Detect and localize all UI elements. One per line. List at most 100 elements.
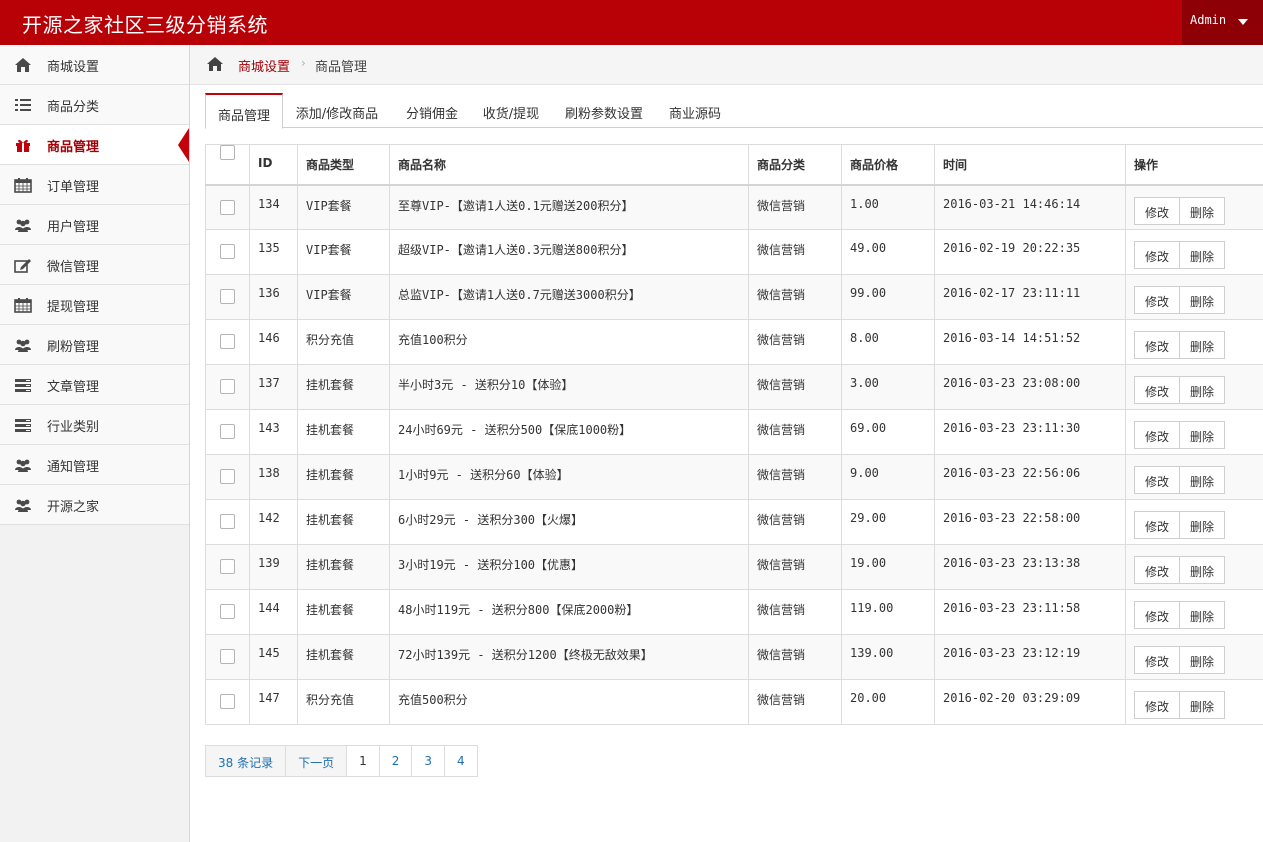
row-checkbox[interactable] (220, 514, 235, 529)
sidebar-item-label: 提现管理 (47, 300, 100, 315)
edit-button[interactable]: 修改 (1134, 331, 1181, 359)
cell-actions: 修改 删除 (1125, 454, 1263, 500)
breadcrumb-separator: › (301, 56, 306, 70)
row-checkbox[interactable] (220, 559, 235, 574)
row-checkbox[interactable] (220, 199, 235, 215)
table-row: 145 挂机套餐 72小时139元 - 送积分1200【终极无敌效果】 微信营销 139… (205, 634, 1263, 680)
server-icon (15, 379, 31, 392)
delete-button[interactable]: 删除 (1179, 691, 1226, 719)
next-page-button[interactable]: 下一页 (285, 745, 348, 777)
row-checkbox[interactable] (220, 469, 235, 484)
delete-button[interactable]: 删除 (1179, 421, 1226, 449)
user-menu[interactable]: Admin (1182, 0, 1263, 45)
sidebar-item-8[interactable]: 文章管理 (0, 365, 189, 405)
row-select-cell (205, 364, 250, 410)
cell-actions: 修改 删除 (1125, 409, 1263, 455)
sidebar-item-label: 开源之家 (47, 500, 100, 515)
users-icon (15, 219, 31, 232)
cell-price: 8.00 (841, 319, 935, 365)
cell-type: 积分充值 (297, 319, 390, 365)
edit-button[interactable]: 修改 (1134, 286, 1181, 314)
row-checkbox[interactable] (220, 424, 235, 439)
sidebar-item-10[interactable]: 通知管理 (0, 445, 189, 485)
sidebar-item-4[interactable]: 用户管理 (0, 205, 189, 245)
edit-button[interactable]: 修改 (1134, 556, 1181, 584)
tab-fans-settings[interactable]: 刷粉参数设置 (561, 93, 647, 128)
table-row: 137 挂机套餐 半小时3元 - 送积分10【体验】 微信营销 3.00 2016-03-… (205, 364, 1263, 410)
edit-button[interactable]: 修改 (1134, 376, 1181, 404)
tab-commission[interactable]: 分销佣金 (399, 93, 465, 128)
row-select-cell (205, 634, 250, 680)
delete-button[interactable]: 删除 (1179, 331, 1226, 359)
delete-button[interactable]: 删除 (1179, 601, 1226, 629)
cell-time: 2016-03-23 23:08:00 (934, 364, 1126, 410)
table-row: 144 挂机套餐 48小时119元 - 送积分800【保底2000粉】 微信营销 119… (205, 589, 1263, 635)
cell-id: 139 (249, 544, 298, 590)
pagination: 38 条记录 下一页 1234 (205, 745, 478, 777)
edit-button[interactable]: 修改 (1134, 646, 1181, 674)
delete-button[interactable]: 删除 (1179, 466, 1226, 494)
page-4-button[interactable]: 4 (444, 745, 478, 777)
table-header-row: ID 商品类型 商品名称 商品分类 商品价格 时间 操作 (205, 144, 1263, 186)
cell-actions: 修改 删除 (1125, 634, 1263, 680)
breadcrumb-parent[interactable]: 商城设置 (238, 56, 290, 75)
cell-category: 微信营销 (748, 364, 842, 410)
cell-actions: 修改 删除 (1125, 589, 1263, 635)
row-checkbox[interactable] (220, 649, 235, 664)
delete-button[interactable]: 删除 (1179, 646, 1226, 674)
edit-button[interactable]: 修改 (1134, 691, 1181, 719)
sidebar-item-2[interactable]: 商品管理 (0, 125, 189, 165)
delete-button[interactable]: 删除 (1179, 556, 1226, 584)
delete-button[interactable]: 删除 (1179, 241, 1226, 269)
cell-name: 24小时69元 - 送积分500【保底1000粉】 (389, 409, 749, 455)
page-3-button[interactable]: 3 (411, 745, 446, 777)
sidebar-item-9[interactable]: 行业类别 (0, 405, 189, 445)
edit-button[interactable]: 修改 (1134, 421, 1181, 449)
sidebar-item-0[interactable]: 商城设置 (0, 45, 189, 85)
cell-price: 139.00 (841, 634, 935, 680)
calendar-icon (14, 178, 32, 193)
row-checkbox[interactable] (220, 289, 235, 304)
delete-button[interactable]: 删除 (1179, 196, 1226, 225)
tab-commercial-source[interactable]: 商业源码 (665, 93, 725, 128)
edit-button[interactable]: 修改 (1134, 601, 1181, 629)
edit-button[interactable]: 修改 (1134, 196, 1181, 225)
page-2-button[interactable]: 2 (378, 745, 413, 777)
delete-button[interactable]: 删除 (1179, 286, 1226, 314)
home-icon[interactable] (206, 56, 224, 72)
cell-type: 挂机套餐 (297, 409, 390, 455)
cell-type: 挂机套餐 (297, 499, 390, 545)
sidebar-item-1[interactable]: 商品分类 (0, 85, 189, 125)
edit-button[interactable]: 修改 (1134, 466, 1181, 494)
tab-product-manage[interactable]: 商品管理 (205, 93, 283, 129)
delete-button[interactable]: 删除 (1179, 376, 1226, 404)
sidebar-item-5[interactable]: 微信管理 (0, 245, 189, 285)
select-all-checkbox[interactable] (220, 145, 235, 160)
caret-down-icon (1238, 19, 1248, 25)
cell-id: 134 (249, 184, 298, 230)
delete-button[interactable]: 删除 (1179, 511, 1226, 539)
sidebar-item-label: 订单管理 (47, 180, 100, 195)
row-checkbox[interactable] (220, 379, 235, 394)
sidebar-item-11[interactable]: 开源之家 (0, 485, 189, 525)
tab-delivery-withdraw[interactable]: 收货/提现 (478, 93, 544, 128)
sidebar-item-6[interactable]: 提现管理 (0, 285, 189, 325)
sidebar-item-3[interactable]: 订单管理 (0, 165, 189, 205)
edit-icon (14, 259, 31, 273)
row-checkbox[interactable] (220, 244, 235, 259)
row-checkbox[interactable] (220, 694, 235, 709)
row-select-cell (205, 274, 250, 320)
cell-id: 138 (249, 454, 298, 500)
tab-add-edit-product[interactable]: 添加/修改商品 (293, 93, 381, 128)
column-header-price: 商品价格 (841, 144, 935, 186)
cell-name: 72小时139元 - 送积分1200【终极无敌效果】 (389, 634, 749, 680)
row-checkbox[interactable] (220, 334, 235, 349)
sidebar-item-7[interactable]: 刷粉管理 (0, 325, 189, 365)
app-title: 开源之家社区三级分销系统 (22, 13, 268, 37)
cell-name: 6小时29元 - 送积分300【火爆】 (389, 499, 749, 545)
edit-button[interactable]: 修改 (1134, 511, 1181, 539)
row-checkbox[interactable] (220, 604, 235, 619)
page-1-button[interactable]: 1 (346, 745, 380, 777)
edit-button[interactable]: 修改 (1134, 241, 1181, 269)
cell-category: 微信营销 (748, 499, 842, 545)
